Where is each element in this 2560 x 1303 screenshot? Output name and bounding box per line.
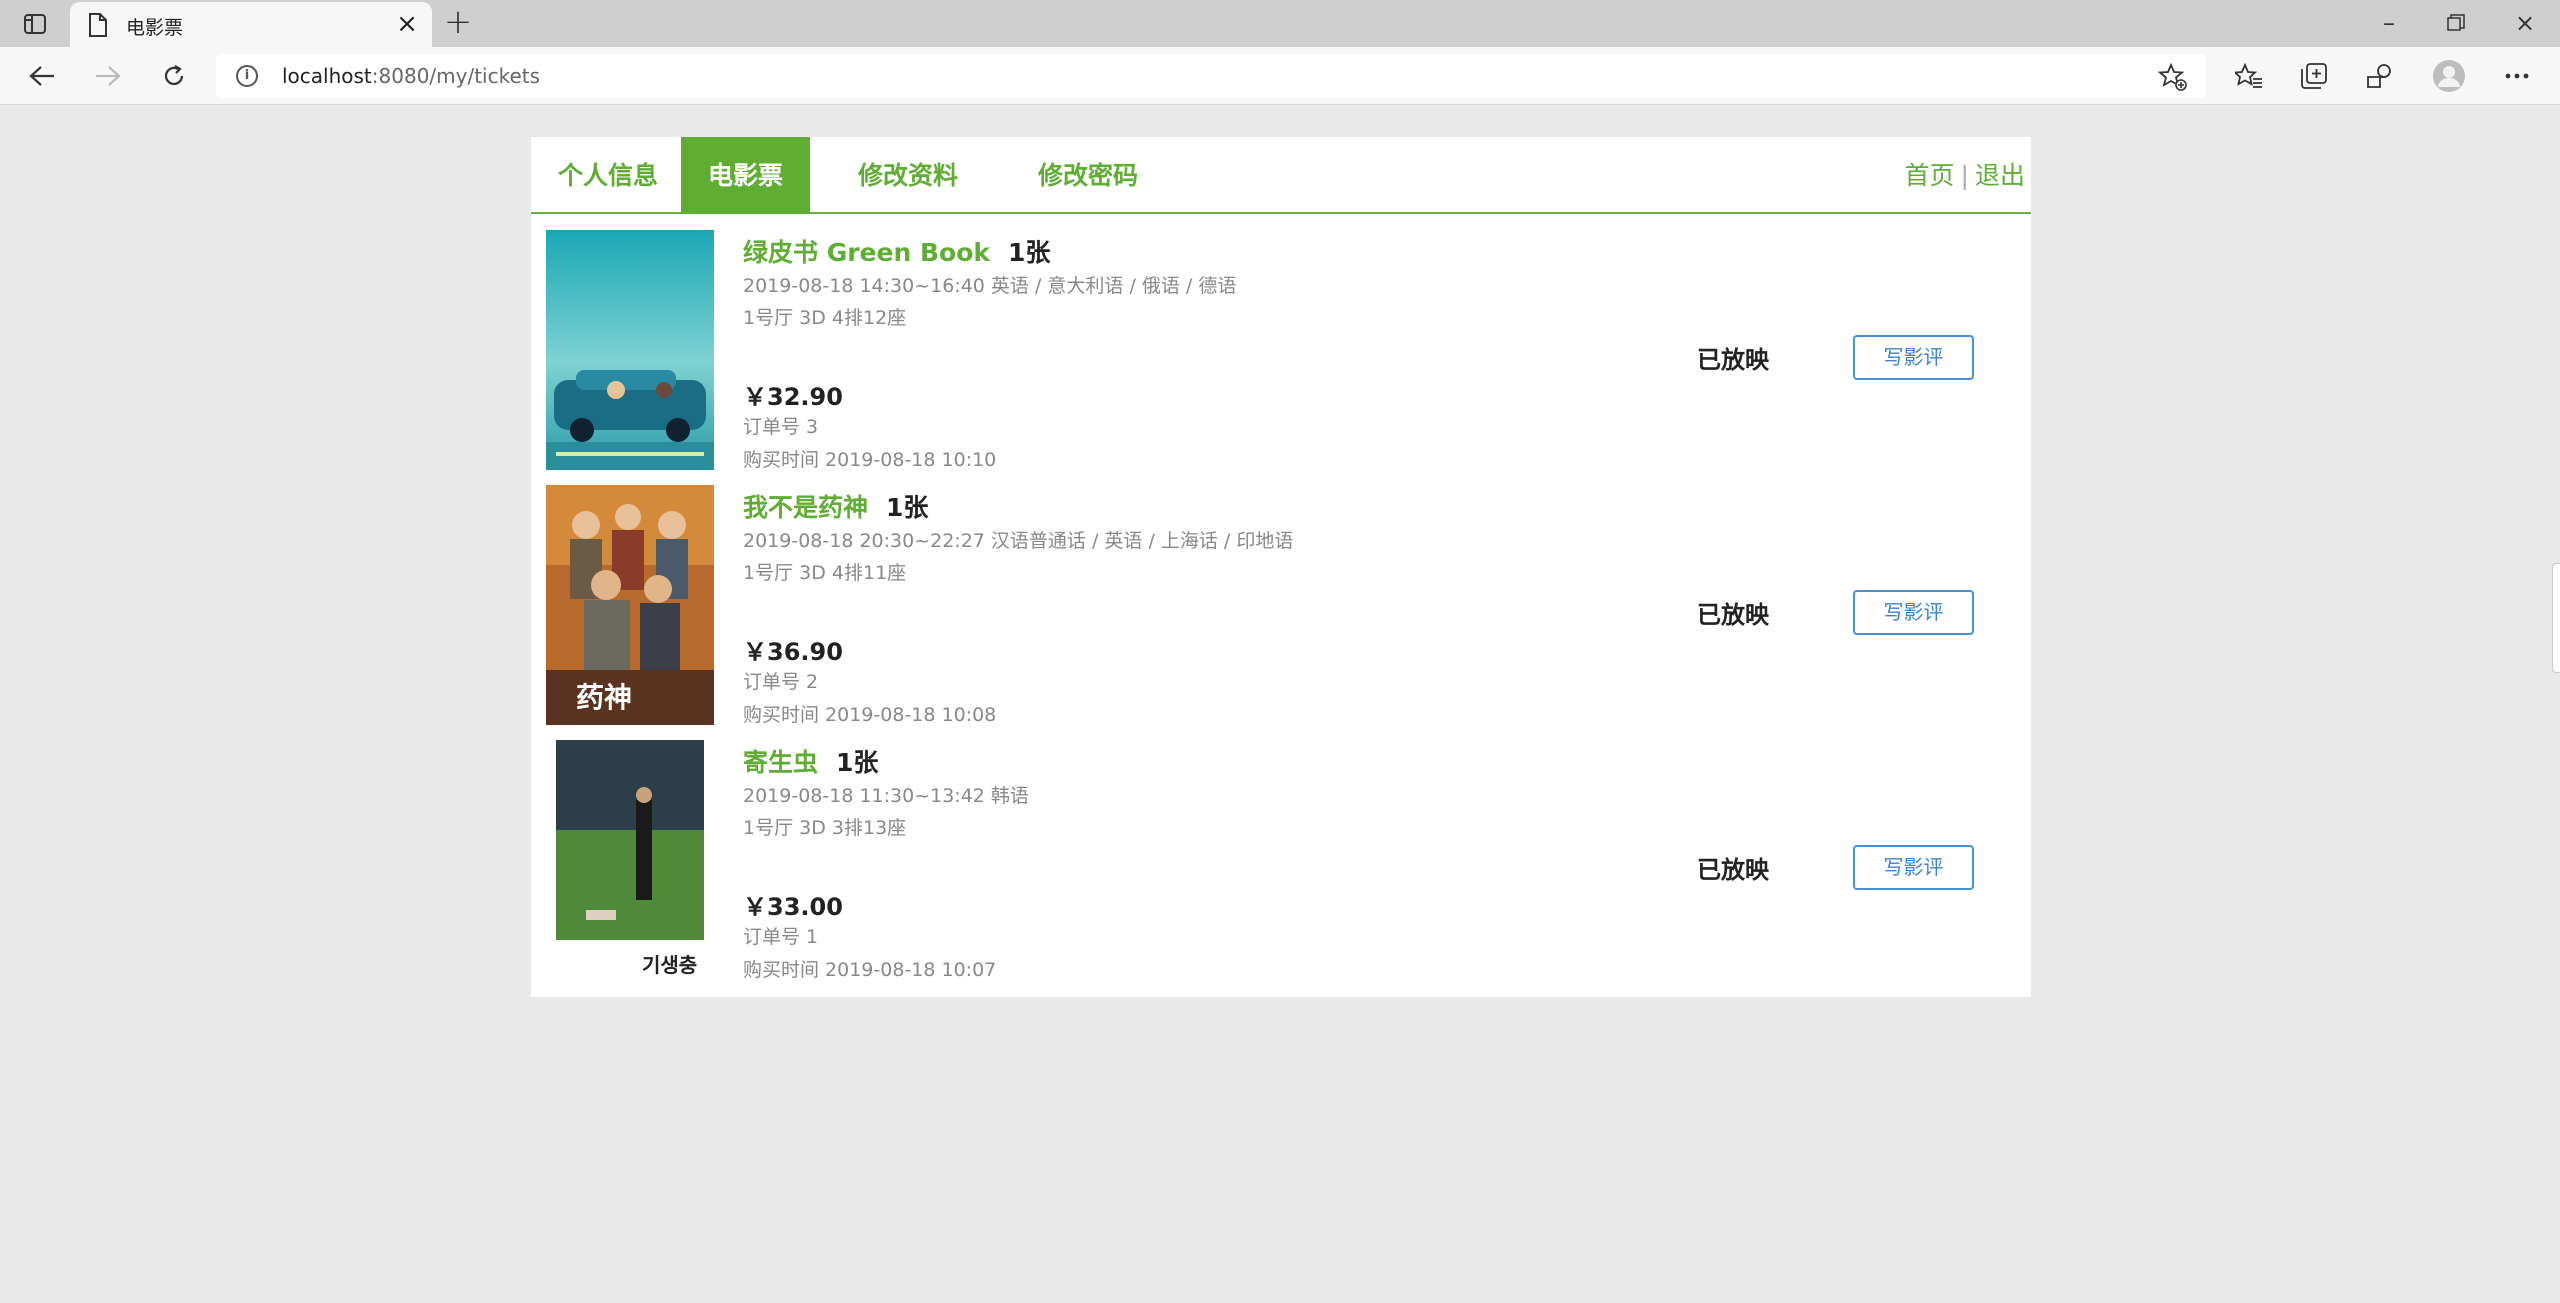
order-number: 订单号 1: [743, 926, 819, 948]
purchase-time: 购买时间 2019-08-18 10:08: [743, 704, 997, 726]
address-bar[interactable]: i localhost:8080/my/tickets: [216, 54, 2206, 98]
document-icon: [88, 13, 110, 37]
menu-item-change-password[interactable]: 修改密码: [1011, 137, 1165, 214]
ticket-item: 绿皮书 Green Book 1张 2019-08-18 14:30~16:40 …: [531, 230, 2031, 485]
refresh-icon[interactable]: [154, 56, 194, 96]
side-panel-handle[interactable]: [2552, 563, 2560, 673]
minimize-icon[interactable]: –: [2364, 4, 2414, 42]
ticket-count: 1张: [886, 493, 929, 522]
showtime-languages: 2019-08-18 11:30~13:42 韩语: [743, 785, 1029, 807]
window-close-icon[interactable]: ×: [2500, 4, 2550, 42]
hall-seat: 1号厅 3D 4排12座: [743, 307, 907, 329]
info-icon[interactable]: i: [236, 65, 258, 87]
more-icon[interactable]: [2497, 56, 2537, 96]
menu-separator: |: [1960, 161, 1969, 190]
hall-seat: 1号厅 3D 4排11座: [743, 562, 907, 584]
showtime-languages: 2019-08-18 14:30~16:40 英语 / 意大利语 / 俄语 / …: [743, 275, 1237, 297]
ticket-item: 기생충 寄生虫 1张 2019-08-18 11:30~13:42 韩语 1号厅 …: [531, 740, 2031, 995]
showtime-languages: 2019-08-18 20:30~22:27 汉语普通话 / 英语 / 上海话 …: [743, 530, 1294, 552]
tab-title: 电影票: [126, 17, 184, 39]
browser-tab[interactable]: 电影票 ×: [70, 2, 432, 47]
svg-text:기생충: 기생충: [642, 953, 697, 977]
menu-item-profile[interactable]: 个人信息: [531, 137, 685, 214]
close-icon[interactable]: ×: [392, 9, 422, 39]
tickets-panel: 个人信息 电影票 修改资料 修改密码 首页 | 退出 绿皮书 Green Boo…: [531, 137, 2031, 997]
movie-poster[interactable]: 기생충: [546, 740, 714, 980]
ticket-count: 1张: [1008, 238, 1051, 267]
ticket-item: 药神 我不是药神 1张 2019-08-18 20:30~22:27 汉语普通话 …: [531, 485, 2031, 740]
favorites-icon[interactable]: [2229, 56, 2269, 96]
url-text[interactable]: localhost:8080/my/tickets: [282, 64, 540, 88]
write-review-button[interactable]: 写影评: [1853, 845, 1974, 890]
screening-status: 已放映: [1697, 856, 1769, 884]
collections-icon[interactable]: [2294, 56, 2334, 96]
profile-icon[interactable]: [2429, 56, 2469, 96]
ticket-price: ￥33.00: [743, 893, 843, 921]
hall-seat: 1号厅 3D 3排13座: [743, 817, 907, 839]
write-review-button[interactable]: 写影评: [1853, 590, 1974, 635]
order-number: 订单号 3: [743, 416, 819, 438]
movie-poster[interactable]: 药神: [546, 485, 714, 725]
favorite-add-icon[interactable]: [2157, 62, 2188, 92]
purchase-time: 购买时间 2019-08-18 10:10: [743, 449, 997, 471]
movie-title-link[interactable]: 寄生虫: [743, 748, 818, 777]
ticket-price: ￥32.90: [743, 383, 843, 411]
user-menu: 个人信息 电影票 修改资料 修改密码 首页 | 退出: [531, 137, 2031, 214]
order-number: 订单号 2: [743, 671, 819, 693]
svg-text:药神: 药神: [576, 681, 632, 714]
extensions-icon[interactable]: [2360, 56, 2400, 96]
movie-poster[interactable]: [546, 230, 714, 470]
menu-item-tickets[interactable]: 电影票: [681, 137, 811, 214]
ticket-title-row: 我不是药神 1张: [743, 488, 928, 524]
write-review-button[interactable]: 写影评: [1853, 335, 1974, 380]
screening-status: 已放映: [1697, 346, 1769, 374]
tab-actions-icon[interactable]: [18, 10, 52, 38]
screening-status: 已放映: [1697, 601, 1769, 629]
menu-right-links: 首页 | 退出: [1905, 137, 2025, 214]
purchase-time: 购买时间 2019-08-18 10:07: [743, 959, 997, 981]
ticket-title-row: 绿皮书 Green Book 1张: [743, 233, 1050, 269]
movie-title-link[interactable]: 绿皮书 Green Book: [743, 238, 990, 267]
logout-link[interactable]: 退出: [1975, 161, 2025, 190]
plus-icon[interactable]: +: [440, 5, 476, 41]
menu-item-edit-profile[interactable]: 修改资料: [831, 137, 985, 214]
home-link[interactable]: 首页: [1905, 161, 1955, 190]
ticket-price: ￥36.90: [743, 638, 843, 666]
restore-icon[interactable]: [2431, 4, 2481, 42]
browser-toolbar: i localhost:8080/my/tickets: [0, 47, 2560, 105]
ticket-title-row: 寄生虫 1张: [743, 743, 878, 779]
back-icon[interactable]: [22, 56, 62, 96]
forward-icon[interactable]: [88, 56, 128, 96]
browser-tab-bar: 电影票 × + – ×: [0, 0, 2560, 47]
ticket-count: 1张: [836, 748, 879, 777]
movie-title-link[interactable]: 我不是药神: [743, 493, 868, 522]
